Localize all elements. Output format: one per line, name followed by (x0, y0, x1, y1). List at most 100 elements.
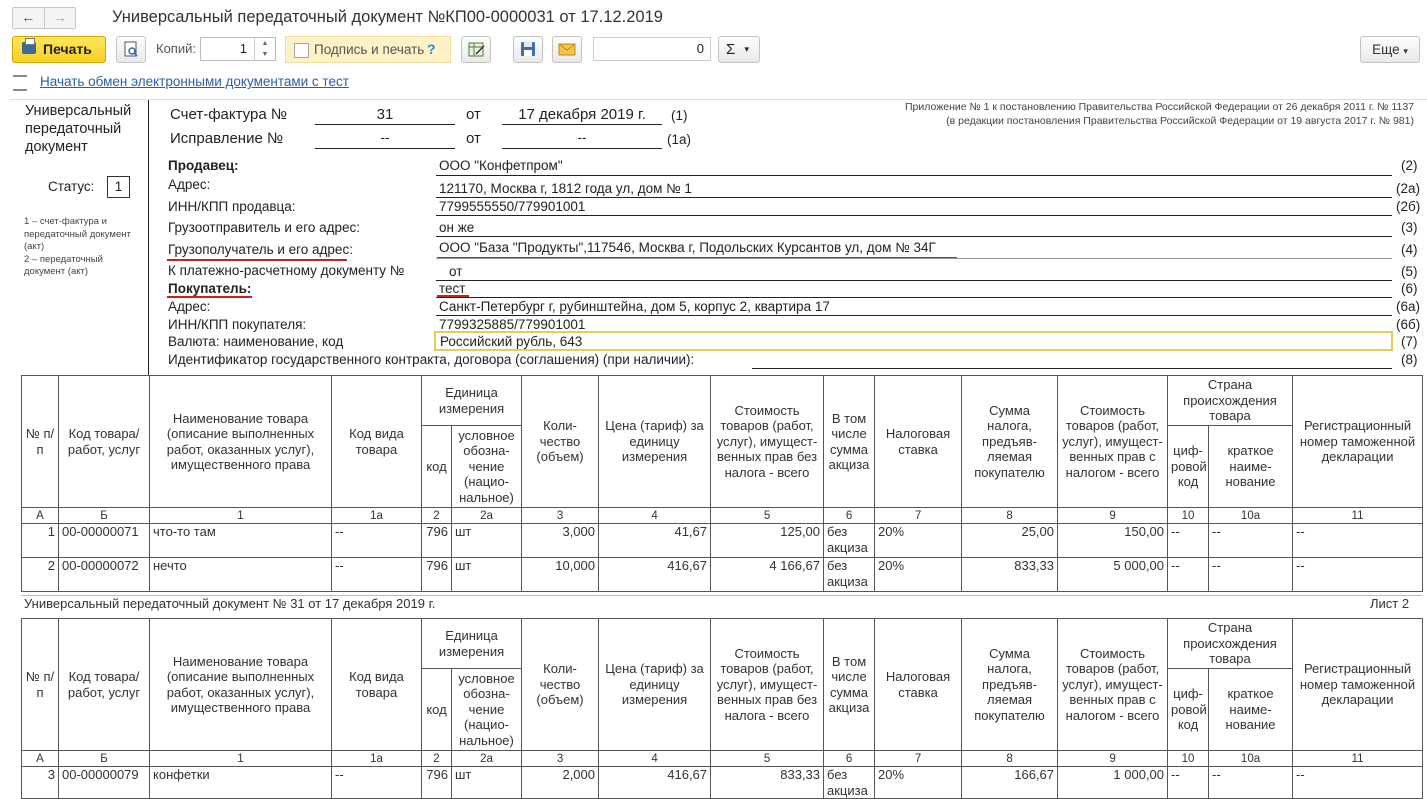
back-arrow-icon[interactable]: ← (13, 8, 44, 28)
edit-document-button[interactable] (461, 36, 491, 63)
correction-date: -- (577, 130, 587, 145)
col-number: 4 (598, 750, 712, 767)
buyer-value: тест (439, 281, 466, 296)
underline (436, 175, 1392, 176)
buyer-label: Покупатель: (168, 281, 252, 296)
cell-num: 2 (21, 557, 59, 592)
seller-label: Продавец: (168, 158, 239, 173)
status-note: передаточный документ (24, 228, 131, 240)
print-preview-button[interactable] (116, 36, 146, 63)
correction-label: Исправление № (170, 130, 284, 147)
cell-cost: 4 166,67 (710, 557, 825, 592)
col-number: Б (58, 507, 150, 524)
header-num: № п/п (21, 618, 59, 751)
underline (436, 297, 1392, 298)
header-total: Стоимость товаров (работ, услуг), имущес… (1057, 618, 1169, 751)
cell-total: 1 000,00 (1057, 766, 1169, 799)
table-row[interactable]: 2 00-00000072 нечто -- 796 шт 10,000 416… (21, 557, 1424, 592)
field-num: (4) (1401, 242, 1418, 257)
invoice-number: 31 (376, 106, 394, 123)
edo-start-link[interactable]: Начать обмен электронными документами с … (40, 74, 349, 89)
floppy-disk-icon (521, 42, 535, 56)
count-field[interactable]: 0 (593, 37, 711, 61)
col-number: Б (58, 750, 150, 767)
col-number: 7 (874, 750, 963, 767)
sign-checkbox[interactable] (294, 43, 309, 58)
col-number: 1а (331, 507, 422, 524)
print-button[interactable]: Печать (12, 36, 106, 63)
header-country-code: циф-ровой код (1167, 668, 1210, 751)
field-num: (8) (1401, 352, 1418, 367)
col-number: 8 (961, 507, 1059, 524)
cell-country-name: -- (1208, 766, 1294, 799)
cell-kind: -- (331, 557, 422, 592)
goods-table-sheet2: № п/п Код товара/ работ, услуг Наименова… (21, 618, 1424, 799)
correction-ot: от (466, 130, 481, 147)
copies-label: Копий: (156, 41, 196, 56)
cell-unit-code: 796 (421, 557, 452, 592)
header-total: Стоимость товаров (работ, услуг), имущес… (1057, 375, 1169, 508)
header-country-name: краткое наиме-нование (1208, 668, 1294, 751)
print-button-label: Печать (43, 41, 92, 57)
table-row[interactable]: 3 00-00000079 конфетки -- 796 шт 2,000 4… (21, 766, 1424, 799)
field-num: (6) (1401, 281, 1418, 296)
upd-title-line: Универсальный (25, 103, 132, 119)
more-button[interactable]: Еще ▾ (1360, 36, 1420, 63)
col-number: 8 (961, 750, 1059, 767)
cell-cost: 125,00 (710, 523, 825, 558)
forward-arrow-icon[interactable]: → (43, 8, 76, 28)
sum-button[interactable]: Σ ▾ (718, 36, 760, 63)
cell-country-name: -- (1208, 523, 1294, 558)
header-name: Наименование товара (описание выполненны… (149, 618, 332, 751)
shipper-value: он же (439, 220, 475, 235)
currency-value: Российский рубль, 643 (440, 334, 583, 349)
header-country-name: краткое наиме-нование (1208, 425, 1294, 508)
seller-address-value: 121170, Москва г, 1812 года ул, дом № 1 (439, 181, 692, 196)
cell-code: 00-00000079 (58, 766, 150, 799)
cell-unit-name: шт (450, 557, 523, 592)
header-num: № п/п (21, 375, 59, 508)
field-num: (2а) (1396, 181, 1421, 196)
upd-title-line: передаточный (25, 121, 122, 137)
cell-tax: 166,67 (961, 766, 1059, 799)
underline (315, 124, 455, 125)
underline (752, 368, 1392, 369)
field-num: (5) (1401, 264, 1418, 279)
buyer-address-value: Санкт-Петербург г, рубинштейна, дом 5, к… (439, 299, 830, 314)
cell-unit-name: шт (450, 523, 523, 558)
spin-arrows-icon[interactable]: ▲ ▼ (254, 38, 275, 60)
header-unit-code: код (421, 425, 452, 508)
edo-exchange-icon (13, 75, 27, 91)
col-number: 2а (450, 750, 523, 767)
help-icon[interactable]: ? (427, 41, 436, 57)
chevron-down-icon: ▾ (1403, 46, 1408, 56)
cell-decl: -- (1292, 557, 1424, 592)
edit-table-icon (468, 42, 485, 57)
copies-input[interactable]: 1 ▲ ▼ (200, 37, 276, 61)
save-button[interactable] (513, 36, 543, 63)
underline (436, 236, 1392, 237)
col-number: 9 (1057, 507, 1169, 524)
invoice-date: 17 декабря 2019 г. (518, 106, 646, 123)
cell-decl: -- (1292, 766, 1424, 799)
field-num: (7) (1401, 334, 1418, 349)
underline (502, 148, 662, 149)
red-underline (167, 259, 347, 261)
chevron-down-icon: ▾ (744, 44, 749, 54)
seller-value: ООО "Конфетпром" (439, 158, 563, 173)
send-email-button[interactable] (552, 36, 582, 63)
col-number: 3 (521, 507, 600, 524)
correction-number: -- (380, 130, 390, 145)
underline (436, 258, 1392, 259)
currency-input[interactable]: Российский рубль, 643 (434, 331, 1393, 351)
header-price: Цена (тариф) за единицу измерения (598, 375, 712, 508)
field-num: (2) (1401, 158, 1418, 173)
table-row[interactable]: 1 00-00000071 что-то там -- 796 шт 3,000… (21, 523, 1424, 558)
printer-icon (22, 38, 36, 54)
cell-tax: 833,33 (961, 557, 1059, 592)
sign-and-print-toggle[interactable]: Подпись и печать ? (285, 36, 451, 63)
underline (436, 280, 1392, 281)
cell-tax: 25,00 (961, 523, 1059, 558)
col-number: 9 (1057, 750, 1169, 767)
col-number: 5 (710, 750, 825, 767)
